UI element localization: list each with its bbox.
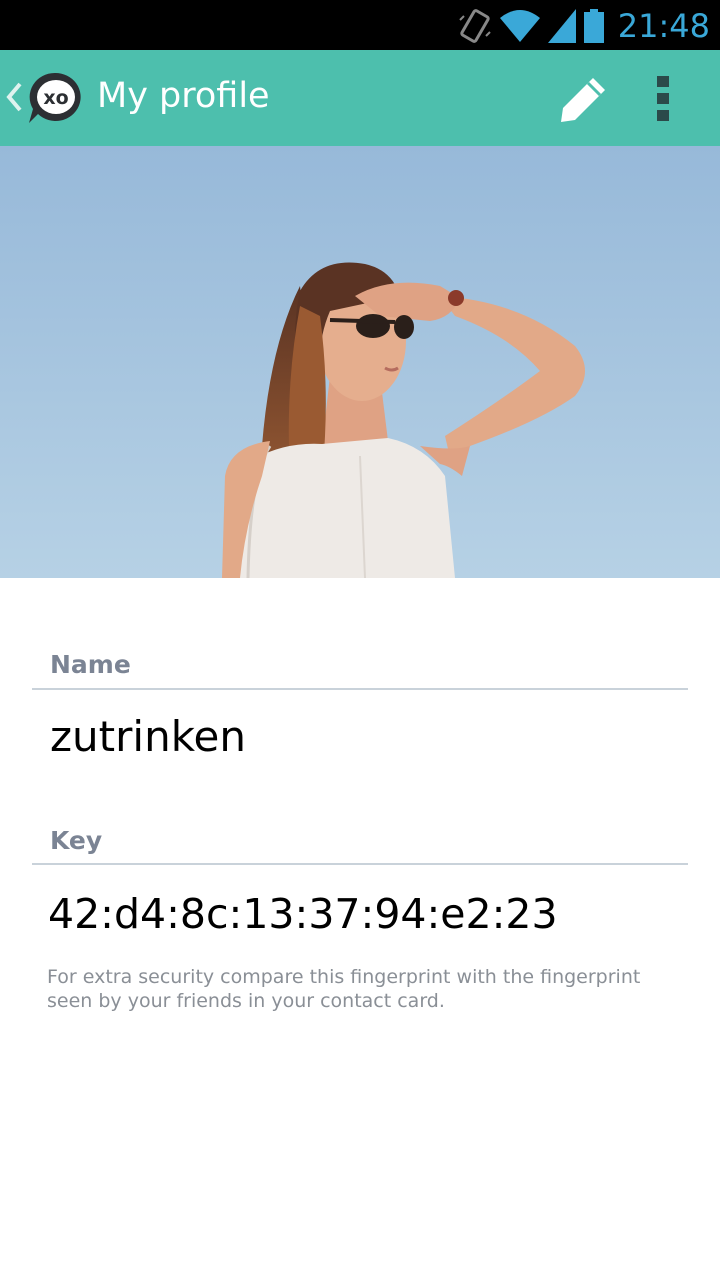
key-label: Key (50, 826, 103, 855)
key-hint-text: For extra security compare this fingerpr… (47, 966, 641, 1012)
edit-icon[interactable] (557, 74, 609, 126)
page-title: My profile (97, 76, 270, 116)
status-bar: 21:48 (0, 0, 720, 50)
name-value: zutrinken (50, 712, 246, 761)
up-caret-icon[interactable] (6, 82, 22, 112)
key-fingerprint: 42:d4:8c:13:37:94:e2:23 (48, 890, 558, 938)
battery-icon (583, 9, 604, 43)
status-icons: 21:48 (458, 6, 710, 46)
app-logo-icon[interactable]: xo (26, 69, 84, 127)
name-divider (32, 688, 688, 690)
clock: 21:48 (617, 7, 710, 45)
vibrate-icon (459, 9, 491, 43)
profile-photo-image (0, 146, 720, 578)
app-bar: xo My profile (0, 50, 720, 146)
profile-photo[interactable] (0, 146, 720, 578)
overflow-menu-icon[interactable] (650, 76, 676, 122)
key-divider (32, 863, 688, 865)
svg-text:xo: xo (43, 87, 68, 109)
name-label: Name (50, 650, 131, 679)
signal-icon (547, 9, 576, 43)
wifi-icon (499, 10, 540, 42)
